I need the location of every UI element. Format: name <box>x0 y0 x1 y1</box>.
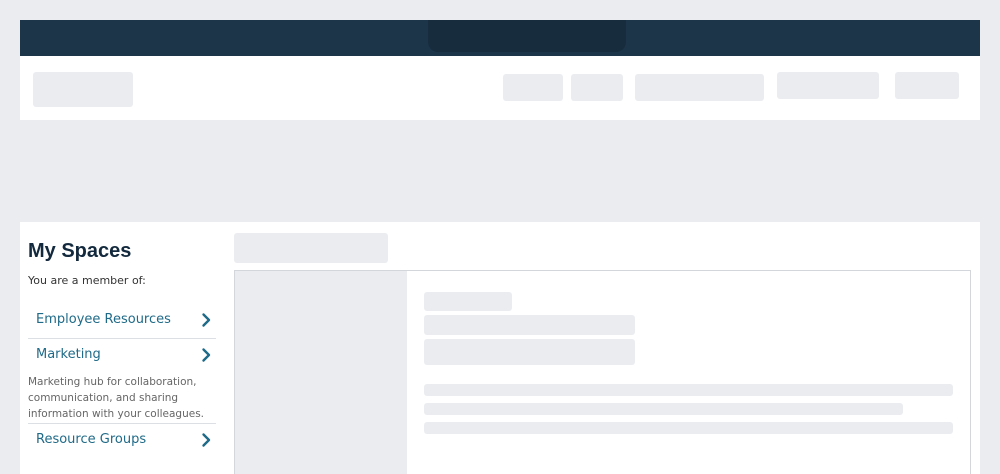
page-heading-placeholder <box>234 233 388 263</box>
logo-placeholder <box>33 72 133 107</box>
sidebar-title: My Spaces <box>28 240 132 262</box>
nav-item-placeholder-3 <box>635 74 764 101</box>
card-title-placeholder-2 <box>424 339 635 365</box>
text-line-placeholder-1 <box>424 384 953 396</box>
card-label-placeholder <box>424 292 512 311</box>
space-item-resource-groups[interactable]: Resource Groups <box>28 424 216 458</box>
nav-item-placeholder-5 <box>895 72 959 99</box>
text-line-placeholder-2 <box>424 403 903 415</box>
chevron-right-icon <box>202 348 211 362</box>
top-navigation-bar <box>20 20 980 56</box>
space-item-employee-resources[interactable]: Employee Resources <box>28 304 216 338</box>
chevron-right-icon <box>202 313 211 327</box>
page-content: My Spaces You are a member of: Employee … <box>20 222 980 474</box>
main-panel <box>234 270 971 474</box>
content-card <box>407 271 970 474</box>
chevron-right-icon <box>202 433 211 447</box>
space-item-label: Resource Groups <box>36 432 147 447</box>
text-line-placeholder-3 <box>424 422 953 434</box>
space-item-marketing[interactable]: Marketing <box>28 339 216 373</box>
space-item-description: Marketing hub for collaboration, communi… <box>28 376 205 420</box>
nav-item-placeholder-1 <box>503 74 563 101</box>
space-item-label: Marketing <box>36 347 101 362</box>
site-header <box>20 56 980 120</box>
topbar-tab-placeholder <box>428 20 626 52</box>
sidebar-subtitle: You are a member of: <box>28 274 146 287</box>
card-title-placeholder-1 <box>424 315 635 335</box>
nav-item-placeholder-4 <box>777 72 879 99</box>
nav-item-placeholder-2 <box>571 74 623 101</box>
space-item-label: Employee Resources <box>36 312 171 327</box>
